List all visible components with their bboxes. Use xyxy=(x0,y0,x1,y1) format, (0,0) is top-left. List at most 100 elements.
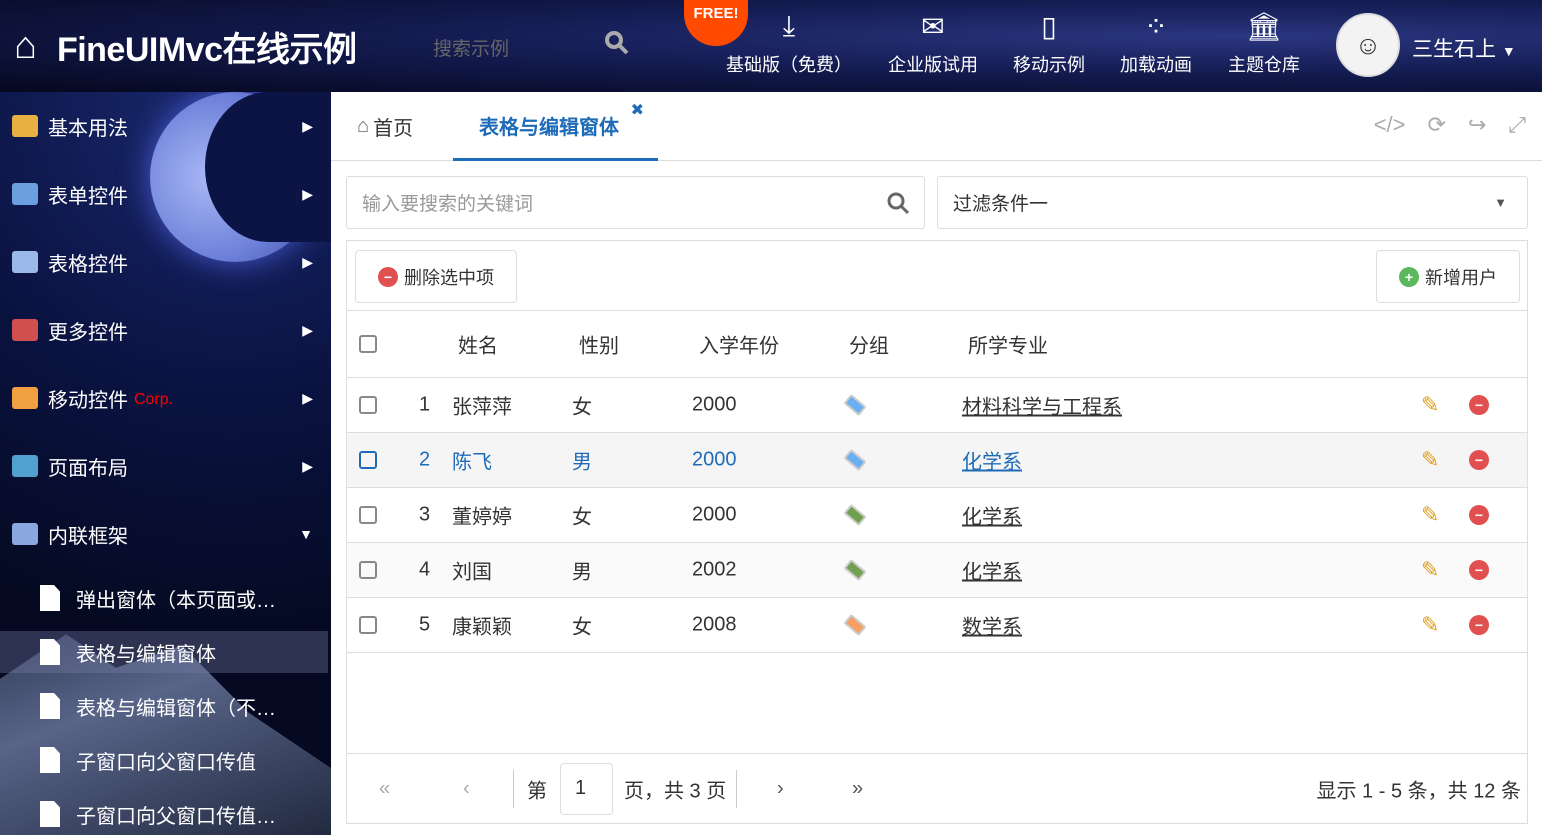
search-input[interactable]: 输入要搜索的关键词 xyxy=(346,176,925,229)
sidebar-item[interactable]: 基本用法 ▶ xyxy=(0,92,331,160)
pencil-icon[interactable]: ✎ xyxy=(1421,557,1439,583)
minus-circle-icon: − xyxy=(378,266,398,287)
menu-icon xyxy=(12,251,38,273)
column-header-year[interactable]: 入学年份 xyxy=(699,330,779,359)
table-row[interactable]: 1 张萍萍 女 2000 材料科学与工程系 ✎ − xyxy=(347,377,1527,432)
add-user-button[interactable]: + 新增用户 xyxy=(1376,250,1520,303)
sidebar-item[interactable]: 移动控件 Corp. ▶ xyxy=(0,364,331,432)
major-link[interactable]: 化学系 xyxy=(962,556,1022,585)
row-checkbox[interactable] xyxy=(359,451,377,469)
last-page-icon[interactable]: » xyxy=(852,777,863,800)
app-title: FineUIMvc在线示例 xyxy=(56,31,357,69)
sidebar-item[interactable]: 表格控件 ▶ xyxy=(0,228,331,296)
nav-enterprise[interactable]: ✉ 企业版试用 xyxy=(888,10,978,77)
close-icon[interactable]: ✖ xyxy=(631,100,644,120)
major-link[interactable]: 化学系 xyxy=(962,501,1022,530)
row-checkbox[interactable] xyxy=(359,616,377,634)
menu-icon xyxy=(12,455,38,477)
caret-down-icon: ▼ xyxy=(299,526,313,542)
row-checkbox[interactable] xyxy=(359,396,377,414)
delete-selected-button[interactable]: − 删除选中项 xyxy=(355,250,517,303)
pencil-icon[interactable]: ✎ xyxy=(1421,612,1439,638)
user-menu[interactable]: 三生石上 ▼ xyxy=(1412,33,1516,63)
column-header-gender[interactable]: 性别 xyxy=(579,330,619,359)
major-link[interactable]: 材料科学与工程系 xyxy=(962,391,1122,420)
avatar[interactable]: ☺ xyxy=(1336,13,1400,77)
logo[interactable]: ⌂ FineUIMvc在线示例 xyxy=(14,22,357,71)
major-link[interactable]: 化学系 xyxy=(962,446,1022,475)
caret-right-icon: ▶ xyxy=(302,253,313,270)
prev-page-icon[interactable]: ‹ xyxy=(463,777,470,800)
select-all-checkbox[interactable] xyxy=(359,335,377,353)
nav-basic[interactable]: ⤓ 基础版（免费） xyxy=(726,10,852,77)
row-checkbox[interactable] xyxy=(359,506,377,524)
file-icon xyxy=(40,801,60,827)
column-header-major[interactable]: 所学专业 xyxy=(968,330,1048,359)
sidebar-subitem[interactable]: 子窗口向父窗口传值 xyxy=(0,739,328,781)
nav-mobile[interactable]: ▯ 移动示例 xyxy=(1013,10,1085,77)
code-icon[interactable]: </> xyxy=(1374,112,1406,138)
first-page-icon[interactable]: « xyxy=(379,777,390,800)
plus-circle-icon: + xyxy=(1399,266,1419,287)
sidebar-subitem[interactable]: 弹出窗体（本页面或… xyxy=(0,577,328,619)
menu-icon xyxy=(12,319,38,341)
pencil-icon[interactable]: ✎ xyxy=(1421,392,1439,418)
tag-icon xyxy=(843,448,867,472)
column-header-name[interactable]: 姓名 xyxy=(458,330,498,359)
column-header-group[interactable]: 分组 xyxy=(849,330,889,359)
tag-icon xyxy=(843,558,867,582)
share-icon[interactable]: ↪ xyxy=(1468,112,1486,138)
home-icon: ⌂ xyxy=(357,115,370,137)
table-row[interactable]: 5 康颖颖 女 2008 数学系 ✎ − xyxy=(347,597,1527,652)
table-row[interactable]: 3 董婷婷 女 2000 化学系 ✎ − xyxy=(347,487,1527,542)
menu-icon xyxy=(12,523,38,545)
download-icon: ⤓ xyxy=(782,10,796,41)
sidebar-item[interactable]: 页面布局 ▶ xyxy=(0,432,331,500)
pencil-icon[interactable]: ✎ xyxy=(1421,447,1439,473)
major-link[interactable]: 数学系 xyxy=(962,611,1022,640)
sidebar: 基本用法 ▶ 表单控件 ▶ 表格控件 ▶ 更多控件 ▶ 移动控件 Corp. ▶ 页面布局 ▶ 内联框架 ▼… xyxy=(0,92,331,835)
caret-right-icon: ▶ xyxy=(302,457,313,474)
tab-home[interactable]: ⌂ 首页 xyxy=(357,92,413,161)
pencil-icon[interactable]: ✎ xyxy=(1421,502,1439,528)
tab-bar: ⌂ 首页 表格与编辑窗体 ✖ </> ⟳ ↪ ⤢ xyxy=(331,92,1542,161)
header-search-input[interactable]: 搜索示例 xyxy=(433,34,509,61)
table-row[interactable]: 4 刘国 男 2002 化学系 ✎ − xyxy=(347,542,1527,597)
delete-row-icon[interactable]: − xyxy=(1469,560,1489,580)
caret-right-icon: ▶ xyxy=(302,321,313,338)
sidebar-item[interactable]: 表单控件 ▶ xyxy=(0,160,331,228)
file-icon xyxy=(40,693,60,719)
search-icon[interactable] xyxy=(886,191,910,215)
sidebar-subitem[interactable]: 表格与编辑窗体（不… xyxy=(0,685,328,727)
table-row[interactable]: 2 陈飞 男 2000 化学系 ✎ − xyxy=(347,432,1527,487)
delete-row-icon[interactable]: − xyxy=(1469,395,1489,415)
sidebar-subitem[interactable]: 表格与编辑窗体 xyxy=(0,631,328,673)
delete-row-icon[interactable]: − xyxy=(1469,505,1489,525)
envelope-icon: ✉ xyxy=(921,11,945,42)
delete-row-icon[interactable]: − xyxy=(1469,450,1489,470)
sidebar-item[interactable]: 内联框架 ▼ xyxy=(0,500,331,568)
sidebar-item[interactable]: 更多控件 ▶ xyxy=(0,296,331,364)
file-icon xyxy=(40,585,60,611)
row-checkbox[interactable] xyxy=(359,561,377,579)
caret-right-icon: ▶ xyxy=(302,389,313,406)
page-input[interactable]: 1 xyxy=(560,762,613,815)
maximize-icon[interactable]: ⤢ xyxy=(1508,112,1526,138)
data-grid: − 删除选中项 + 新增用户 姓名 性别 入学年份 分组 所学专业 1 张萍萍 女 … xyxy=(346,240,1528,824)
nav-themes[interactable]: 🏛 主题仓库 xyxy=(1228,10,1300,77)
nav-loading[interactable]: ⁘ 加载动画 xyxy=(1120,10,1192,77)
home-icon: ⌂ xyxy=(14,25,37,67)
next-page-icon[interactable]: › xyxy=(777,777,784,800)
delete-row-icon[interactable]: − xyxy=(1469,615,1489,635)
search-icon[interactable] xyxy=(604,30,630,56)
caret-right-icon: ▶ xyxy=(302,117,313,134)
filter-select[interactable]: 过滤条件一 ▼ xyxy=(937,176,1528,229)
sidebar-subitem[interactable]: 子窗口向父窗口传值… xyxy=(0,793,328,835)
tag-icon xyxy=(843,393,867,417)
tab-grid-edit[interactable]: 表格与编辑窗体 ✖ xyxy=(453,92,658,161)
refresh-icon[interactable]: ⟳ xyxy=(1428,112,1446,138)
caret-down-icon: ▼ xyxy=(1501,43,1516,59)
bank-icon: 🏛 xyxy=(1246,11,1282,42)
caret-right-icon: ▶ xyxy=(302,185,313,202)
file-icon xyxy=(40,747,60,773)
